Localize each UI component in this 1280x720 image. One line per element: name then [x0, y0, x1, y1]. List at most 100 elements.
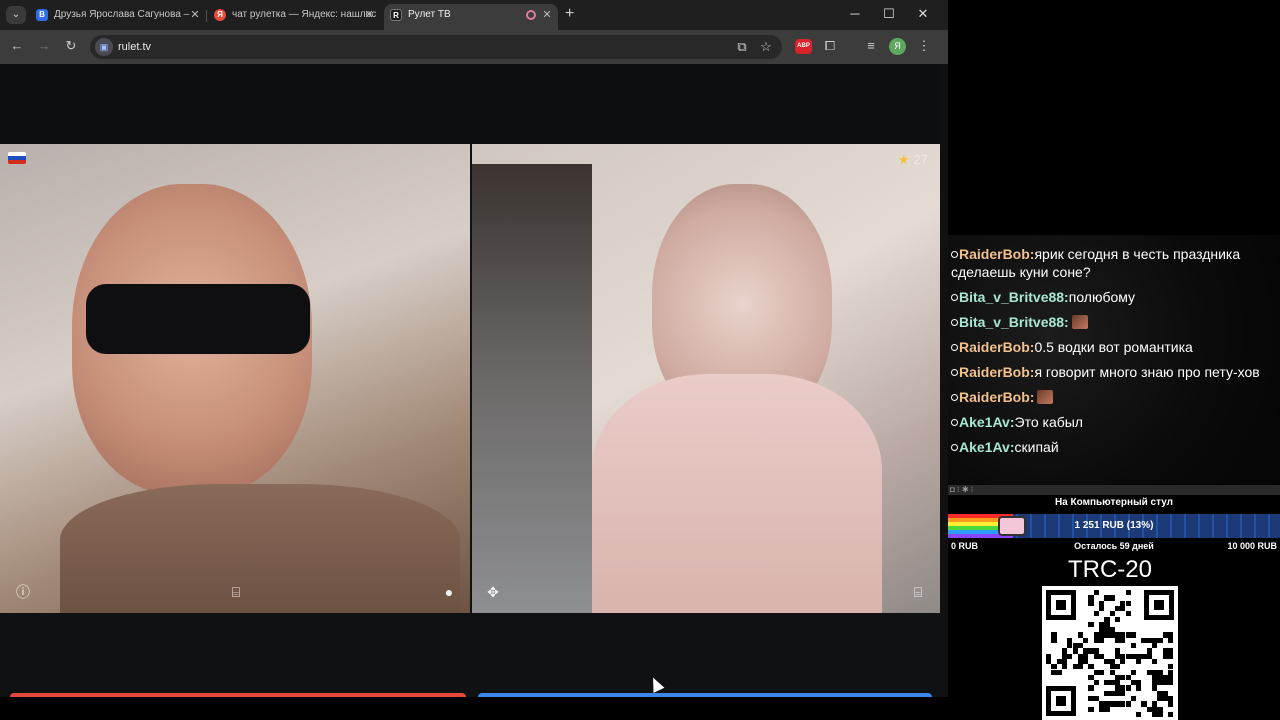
chat-message: Bita_v_Britve88:	[951, 313, 1276, 331]
qr-module	[1130, 696, 1137, 702]
donation-goal-bar: 1 251 RUB (13%)	[948, 514, 1280, 538]
tab-friends[interactable]: В Друзья Ярослава Сагунова – ✕	[30, 4, 206, 30]
qr-module	[1167, 711, 1174, 718]
goal-widget-toolbar: ◘ ⁝ ✱ ⁝	[948, 485, 1280, 495]
chat-bullet-icon	[951, 319, 958, 326]
close-icon[interactable]: ✕	[540, 4, 554, 26]
qr-module	[1088, 600, 1094, 606]
qr-module	[1109, 595, 1115, 601]
qr-module	[1120, 690, 1126, 696]
qr-module	[1056, 669, 1062, 675]
qr-module	[1104, 706, 1110, 712]
address-bar[interactable]: ▣ rulet.tv ⧉ ☆	[90, 35, 782, 59]
profile-avatar[interactable]: Я	[889, 38, 906, 55]
rating-value: 27	[913, 152, 928, 167]
chat-message: RaiderBob:я говорит много знаю про пету-…	[951, 363, 1276, 381]
goal-max: 10 000 RUB	[1227, 541, 1277, 551]
site-info-icon[interactable]: ▣	[95, 38, 113, 56]
chat-username: RaiderBob:	[959, 246, 1035, 262]
partner-video: ★ 27 ✥ ⌸	[472, 144, 940, 613]
qr-module	[1093, 590, 1099, 596]
close-icon[interactable]: ✕	[362, 4, 376, 26]
qr-module	[1136, 658, 1142, 665]
qr-module	[1120, 658, 1126, 665]
next-button[interactable]	[478, 693, 932, 697]
qr-module	[1167, 701, 1174, 707]
qr-module	[1136, 685, 1142, 691]
extensions-icon[interactable]: ⧠	[822, 38, 838, 54]
adblock-icon[interactable]: ABP	[795, 39, 812, 54]
qr-module	[1083, 637, 1089, 643]
chat-message: RaiderBob:ярик сегодня в честь праздника…	[951, 245, 1276, 281]
back-icon[interactable]: ←	[9, 38, 25, 54]
chat-username: Bita_v_Britve88:	[959, 289, 1069, 305]
forward-icon[interactable]: →	[36, 38, 52, 54]
tab-bar: ⌄ В Друзья Ярослава Сагунова – ✕ Я чат р…	[0, 0, 948, 30]
chat-username: RaiderBob:	[959, 339, 1035, 355]
chat-text: я говорит много знаю про пету-хов	[1034, 364, 1260, 380]
chat-emote-icon	[1071, 315, 1088, 329]
qr-module	[1130, 632, 1137, 638]
qr-module	[1157, 637, 1163, 643]
minimize-icon[interactable]: ─	[847, 6, 863, 22]
qr-module	[1088, 685, 1094, 691]
qr-module	[1088, 706, 1094, 712]
gift-icon[interactable]: ⌸	[227, 583, 245, 601]
stop-button[interactable]	[10, 693, 466, 697]
chat-username: RaiderBob:	[959, 364, 1035, 380]
chat-text: Это кабыл	[1014, 414, 1083, 430]
self-video-body	[60, 484, 460, 613]
chat-bullet-icon	[951, 251, 958, 258]
tab-rulet-tv[interactable]: R Рулет ТВ ✕	[384, 4, 558, 30]
qr-finder	[1046, 686, 1076, 716]
qr-module	[1125, 701, 1131, 707]
browser-toolbar: ← → ↻ ▣ rulet.tv ⧉ ☆ ABP ⧠ ≡ Я ⋮	[0, 30, 948, 64]
chat-username: Bita_v_Britve88:	[959, 314, 1069, 330]
reload-icon[interactable]: ↻	[63, 38, 79, 54]
chat-username: Ake1Av:	[959, 439, 1015, 455]
qr-module	[1067, 653, 1073, 659]
partner-video-person-left	[472, 164, 592, 613]
qr-module	[1130, 643, 1137, 649]
chat-emote-icon	[1037, 390, 1054, 404]
close-window-icon[interactable]: ✕	[915, 6, 931, 22]
wallet-label: TRC-20	[1067, 556, 1152, 583]
tab-separator	[206, 10, 207, 22]
chat-message: Ake1Av:скипай	[951, 438, 1276, 456]
tab-search-icon[interactable]: ⌄	[6, 6, 26, 24]
stream-chat: RaiderBob:ярик сегодня в честь праздника…	[948, 235, 1280, 485]
chat-message: RaiderBob:0.5 водки вот романтика	[951, 338, 1276, 356]
wallet-qr-code	[1042, 586, 1178, 720]
report-icon[interactable]: ⓘ	[14, 583, 32, 601]
stream-overlay: RaiderBob:ярик сегодня в честь праздника…	[948, 0, 1280, 720]
cast-icon[interactable]: ⧉	[734, 39, 750, 55]
chat-bullet-icon	[951, 294, 958, 301]
goal-amount: 1 251 RUB (13%)	[1074, 520, 1154, 531]
chat-username: Ake1Av:	[959, 414, 1015, 430]
sunglasses	[86, 284, 310, 354]
gift-icon[interactable]: ⌸	[909, 583, 927, 601]
chat-bullet-icon	[951, 419, 958, 426]
qr-module	[1114, 664, 1121, 670]
close-icon[interactable]: ✕	[188, 4, 202, 26]
tab-yandex-search[interactable]: Я чат рулетка — Яндекс: нашлос ✕	[208, 4, 380, 30]
media-control-icon[interactable]: ≡	[863, 38, 879, 54]
gamepad-icon[interactable]: ✥	[484, 583, 502, 601]
bookmark-star-icon[interactable]: ☆	[758, 39, 774, 55]
chat-text: 0.5 водки вот романтика	[1034, 339, 1193, 355]
menu-dots-icon[interactable]: ⋮	[916, 38, 932, 54]
qr-module	[1136, 711, 1142, 718]
chat-username: RaiderBob:	[959, 389, 1035, 405]
chat-bullet-icon	[951, 344, 958, 351]
browser-window: ⌄ В Друзья Ярослава Сагунова – ✕ Я чат р…	[0, 0, 948, 697]
chat-message: RaiderBob:	[951, 388, 1276, 406]
chat-bullet-icon	[951, 394, 958, 401]
chat-bullet-icon	[951, 369, 958, 376]
qr-module	[1125, 600, 1131, 606]
profile-icon[interactable]: ●	[440, 583, 458, 601]
tab-title: Друзья Ярослава Сагунова –	[54, 9, 190, 20]
qr-module	[1125, 590, 1131, 596]
plus-icon[interactable]: +	[565, 5, 579, 23]
maximize-icon[interactable]: ☐	[881, 6, 897, 22]
star-icon: ★	[897, 152, 910, 167]
